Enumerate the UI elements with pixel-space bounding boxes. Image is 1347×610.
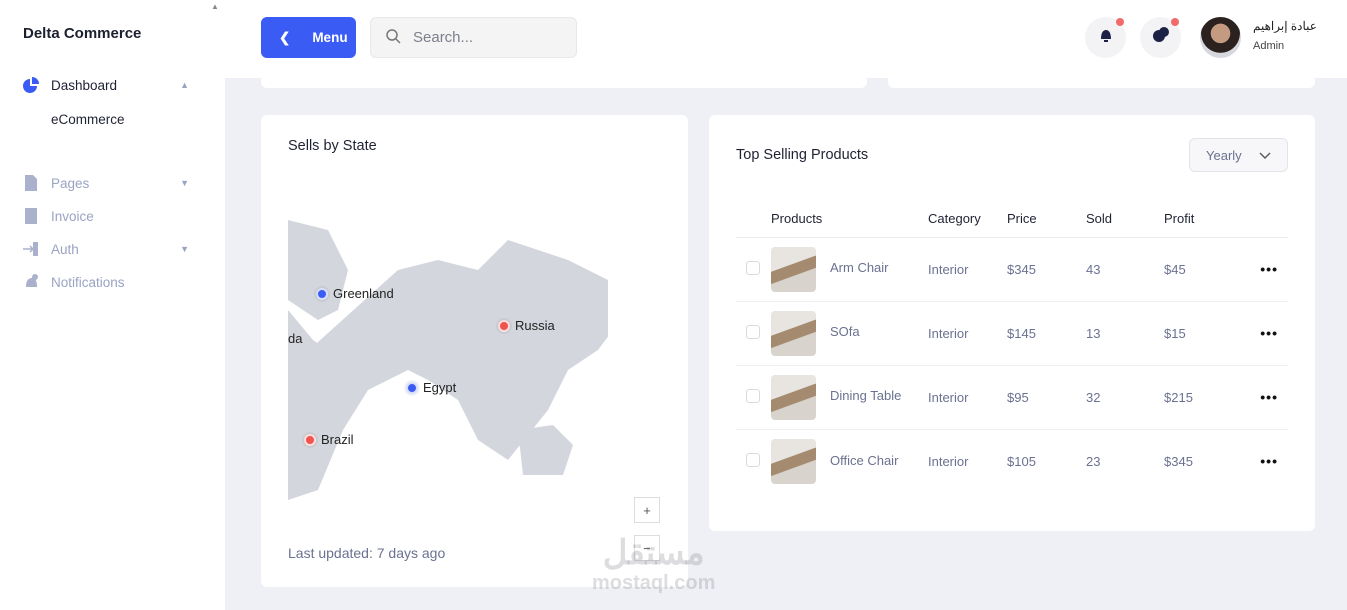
product-image (771, 246, 816, 292)
caret-down-icon: ▼ (180, 244, 189, 254)
map-marker-russia[interactable]: Russia (498, 318, 555, 333)
login-icon (23, 241, 39, 257)
product-category: Interior (928, 237, 1007, 302)
file-icon (23, 175, 39, 191)
more-options-icon[interactable]: ••• (1260, 453, 1278, 469)
column-header: Products (771, 200, 928, 238)
caret-up-icon: ▲ (180, 80, 189, 90)
product-profit: $15 (1164, 301, 1244, 366)
sidebar-item-dashboard[interactable]: Dashboard ▲ (23, 77, 189, 93)
product-profit: $215 (1164, 365, 1244, 430)
map-zoom-in-button[interactable]: + (634, 497, 660, 523)
sidebar-item-label: Notifications (51, 274, 125, 290)
sidebar-item-label: Dashboard (51, 77, 118, 93)
product-name: Dining Table (830, 388, 902, 404)
table-row: Dining Table Interior $95 32 $215 ••• (736, 365, 1288, 430)
product-image (771, 438, 816, 484)
product-sold: 32 (1086, 365, 1164, 430)
sidebar-item-notifications[interactable]: Notifications (23, 274, 189, 290)
watermark-logo: مستقل mostaql.com (592, 534, 716, 595)
table-row: SOfa Interior $145 13 $15 ••• (736, 301, 1288, 366)
product-price: $145 (1007, 301, 1086, 366)
product-profit: $45 (1164, 237, 1244, 302)
more-options-icon[interactable]: ••• (1260, 389, 1278, 405)
product-price: $105 (1007, 453, 1036, 469)
card-top-right (888, 70, 1315, 88)
scrollbar-up-arrow[interactable]: ▲ (211, 2, 219, 11)
search-input[interactable]: Search... (370, 17, 577, 58)
avatar[interactable] (1200, 17, 1241, 58)
sidebar-item-auth[interactable]: Auth ▼ (23, 241, 189, 257)
product-price: $95 (1007, 365, 1086, 430)
chevron-left-icon: ❮ (279, 29, 291, 45)
chat-icon (1152, 27, 1170, 48)
row-checkbox[interactable] (746, 324, 760, 339)
sidebar-item-invoice[interactable]: Invoice (23, 208, 189, 224)
product-category: Interior (928, 301, 1007, 366)
sidebar-item-label: Auth (51, 241, 79, 257)
search-placeholder: Search... (413, 29, 474, 46)
sidebar-item-pages[interactable]: Pages ▼ (23, 175, 189, 191)
map-marker-greenland[interactable]: Greenland (316, 286, 394, 301)
map-label-canada: da (288, 331, 303, 346)
more-options-icon[interactable]: ••• (1260, 325, 1278, 341)
sidebar-item-ecommerce[interactable]: eCommerce (51, 112, 217, 127)
card-top-left (261, 70, 867, 88)
row-checkbox[interactable] (746, 452, 760, 467)
card-title: Sells by State (288, 138, 377, 154)
sidebar-item-label: Invoice (51, 208, 94, 224)
row-checkbox[interactable] (746, 260, 760, 275)
product-category: Interior (928, 453, 969, 469)
messages-button[interactable] (1140, 17, 1181, 58)
period-select[interactable]: Yearly (1189, 138, 1288, 172)
user-role: Admin (1253, 40, 1285, 52)
product-sold: 43 (1086, 237, 1164, 302)
invoice-icon (23, 208, 39, 224)
bell-icon (23, 274, 39, 290)
last-updated: Last updated: 7 days ago (288, 545, 446, 561)
product-sold: 13 (1086, 301, 1164, 366)
card-title: Top Selling Products (736, 147, 869, 163)
menu-button[interactable]: ❮ Menu (261, 17, 356, 58)
product-name: Office Chair (830, 452, 899, 468)
column-header: Category (928, 200, 1007, 238)
product-category: Interior (928, 365, 1007, 430)
product-sold: 23 (1086, 453, 1101, 469)
product-name: Arm Chair (830, 260, 889, 276)
caret-down-icon: ▼ (180, 178, 189, 188)
table-row: Arm Chair Interior $345 43 $45 ••• (736, 237, 1288, 302)
product-image (771, 310, 816, 356)
bell-icon (1098, 27, 1114, 48)
notification-dot (1171, 18, 1179, 26)
column-header: Price (1007, 200, 1086, 238)
world-map[interactable] (288, 220, 608, 510)
map-marker-brazil[interactable]: Brazil (304, 432, 354, 447)
sidebar-item-label: eCommerce (51, 112, 125, 127)
table-row: Office Chair Interior $105 23 $345 ••• (736, 429, 1288, 493)
products-table: Products Category Price Sold Profit Arm … (736, 200, 1288, 493)
period-value: Yearly (1206, 147, 1242, 163)
map-marker-egypt[interactable]: Egypt (406, 380, 456, 395)
column-header: Sold (1086, 200, 1164, 238)
sidebar-item-label: Pages (51, 175, 90, 191)
product-name: SOfa (830, 324, 860, 340)
pie-chart-icon (23, 77, 39, 93)
row-checkbox[interactable] (746, 388, 760, 403)
menu-label: Menu (312, 30, 348, 45)
column-header: Profit (1164, 200, 1244, 238)
product-price: $345 (1007, 237, 1086, 302)
search-icon (385, 28, 401, 48)
product-profit: $345 (1164, 453, 1193, 469)
user-name: عبادة إبراهيم (1253, 19, 1317, 33)
sidebar: Delta Commerce Dashboard ▲ eCommerce Pag… (0, 0, 225, 610)
notifications-button[interactable] (1085, 17, 1126, 58)
brand-name: Delta Commerce (23, 25, 142, 42)
notification-dot (1116, 18, 1124, 26)
more-options-icon[interactable]: ••• (1260, 261, 1278, 277)
product-image (771, 374, 816, 420)
chevron-down-icon (1259, 148, 1271, 163)
